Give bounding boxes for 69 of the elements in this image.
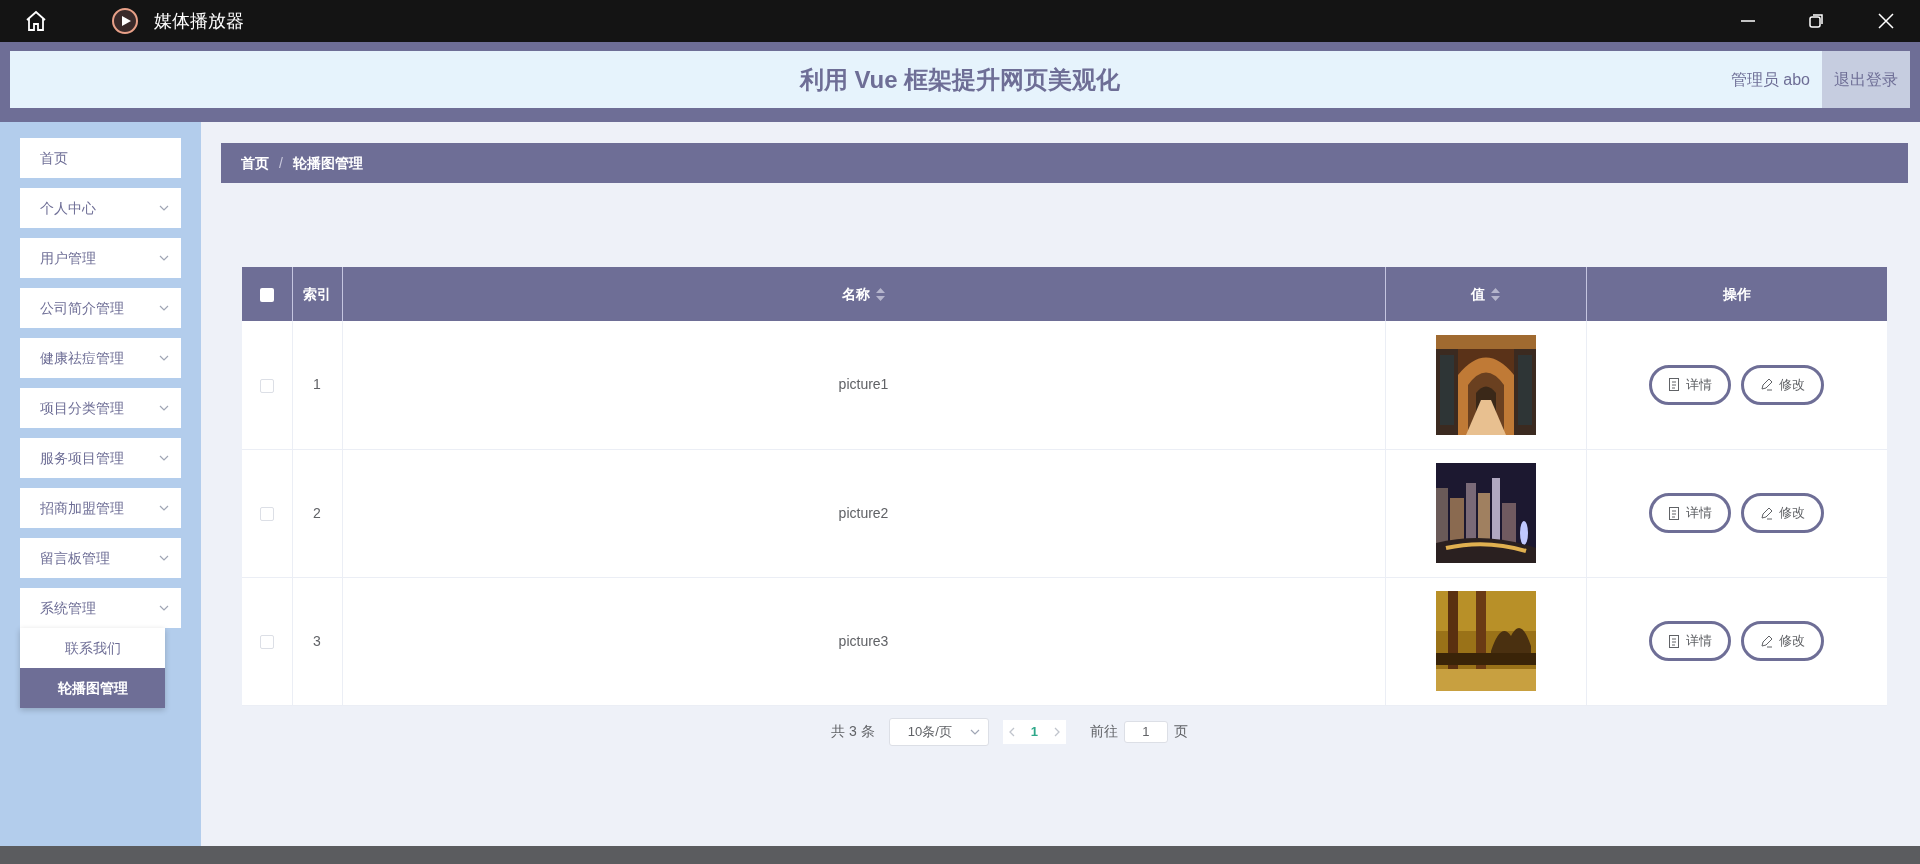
column-header: 操作: [1722, 284, 1751, 304]
sidebar-item[interactable]: 个人中心: [20, 188, 181, 228]
page-size-select[interactable]: 10条/页: [888, 717, 989, 746]
chevron-down-icon: [159, 505, 169, 511]
chevron-down-icon: [159, 255, 169, 261]
details-button[interactable]: 详情: [1649, 621, 1732, 661]
sidebar-item[interactable]: 系统管理: [20, 588, 181, 628]
breadcrumb-link[interactable]: 首页: [241, 152, 269, 174]
page-suffix: 页: [1173, 722, 1188, 741]
column-header[interactable]: 名称: [842, 283, 870, 305]
document-icon: [1668, 634, 1681, 648]
page-input[interactable]: 1: [1123, 720, 1168, 743]
sidebar-item[interactable]: 服务项目管理: [20, 438, 181, 478]
edit-button[interactable]: 修改: [1741, 364, 1825, 405]
page-title: 利用 Vue 框架提升网页美观化: [799, 64, 1121, 95]
row-checkbox[interactable]: [259, 634, 274, 649]
table-cell: picture3: [838, 632, 889, 649]
sidebar-item[interactable]: 首页: [20, 138, 181, 178]
total-count: 共 3 条: [831, 722, 875, 741]
chevron-down-icon: [969, 728, 980, 735]
previous-page-icon[interactable]: [1008, 726, 1015, 737]
edit-button[interactable]: 修改: [1741, 621, 1825, 661]
chevron-down-icon: [159, 355, 169, 361]
user-label: 管理员 abo: [1730, 69, 1810, 90]
pencil-icon: [1760, 634, 1774, 648]
logout-button[interactable]: 退出登录: [1822, 51, 1910, 108]
table-cell: 1: [313, 376, 321, 393]
goto-label: 前往: [1089, 722, 1118, 741]
submenu-item[interactable]: 联系我们: [20, 628, 165, 668]
column-header: 索引: [303, 284, 331, 304]
chevron-down-icon: [159, 455, 169, 461]
pencil-icon: [1760, 378, 1774, 392]
window-title: 媒体播放器: [154, 9, 244, 33]
submenu-item[interactable]: 轮播图管理: [20, 668, 165, 708]
sidebar-item[interactable]: 用户管理: [20, 238, 181, 278]
next-page-icon[interactable]: [1053, 726, 1060, 737]
column-header[interactable]: 值: [1471, 283, 1485, 305]
edit-button[interactable]: 修改: [1741, 493, 1825, 533]
pencil-icon: [1760, 506, 1774, 520]
table-cell: 2: [313, 504, 321, 521]
chevron-down-icon: [159, 605, 169, 611]
table-cell: picture1: [838, 376, 889, 393]
document-icon: [1668, 506, 1681, 520]
play-icon: [112, 8, 138, 34]
home-icon[interactable]: [24, 9, 48, 33]
sidebar-item[interactable]: 项目分类管理: [20, 388, 181, 428]
details-button[interactable]: 详情: [1649, 364, 1732, 405]
row-checkbox[interactable]: [259, 378, 274, 393]
sidebar-item[interactable]: 健康祛痘管理: [20, 338, 181, 378]
table-cell: picture2: [838, 504, 889, 521]
chevron-down-icon: [159, 405, 169, 411]
restore-icon[interactable]: [1808, 13, 1824, 29]
breadcrumb-separator: /: [279, 153, 283, 173]
sidebar-item[interactable]: 公司简介管理: [20, 288, 181, 328]
table-cell: 3: [313, 632, 321, 649]
sidebar-item[interactable]: 招商加盟管理: [20, 488, 181, 528]
sort-icon[interactable]: [876, 287, 885, 301]
document-icon: [1668, 378, 1681, 392]
details-button[interactable]: 详情: [1649, 493, 1732, 533]
page-number[interactable]: 1: [1030, 721, 1038, 742]
close-icon[interactable]: [1878, 13, 1894, 29]
row-checkbox[interactable]: [259, 506, 274, 521]
sort-icon[interactable]: [1491, 287, 1500, 301]
breadcrumb-current: 轮播图管理: [292, 153, 363, 173]
chevron-down-icon: [159, 205, 169, 211]
sidebar-item[interactable]: 留言板管理: [20, 538, 181, 578]
chevron-down-icon: [159, 305, 169, 311]
select-all-checkbox[interactable]: [259, 287, 274, 302]
chevron-down-icon: [159, 555, 169, 561]
